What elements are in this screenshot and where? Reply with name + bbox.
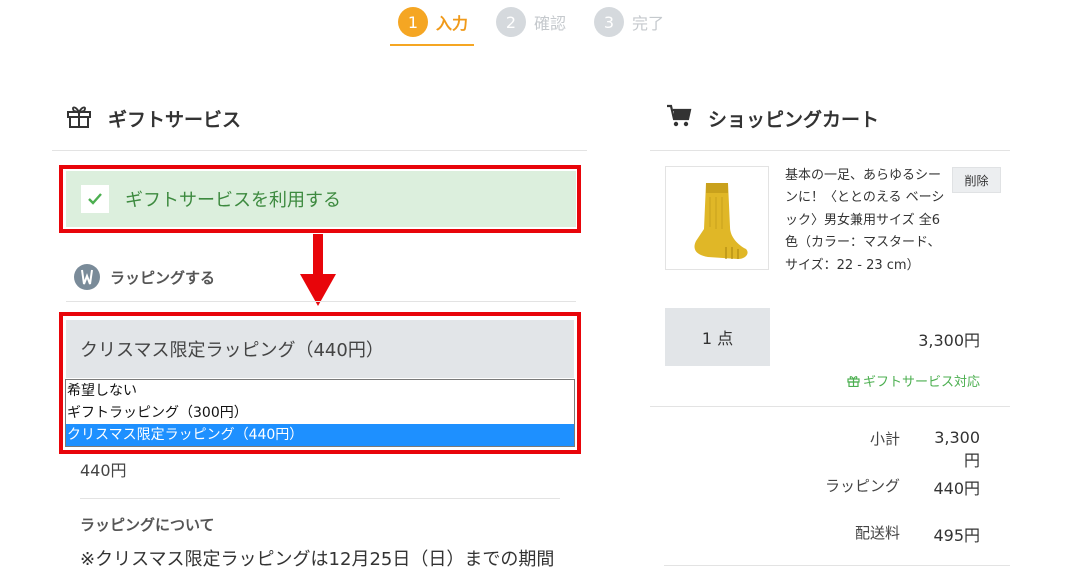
- delete-button[interactable]: 削除: [952, 167, 1001, 193]
- step-number: 1: [398, 7, 428, 37]
- divider: [650, 150, 1010, 151]
- divider: [66, 301, 576, 302]
- active-step-underline: [390, 44, 474, 46]
- arrow-down-icon: [300, 234, 336, 306]
- subtotal-row: 小計 3,300円: [870, 428, 980, 471]
- gift-service-header: ギフトサービス: [66, 104, 241, 132]
- divider: [80, 498, 560, 499]
- subtotal-value: 3,300円: [934, 428, 980, 470]
- gift-supported-label: ギフトサービス対応: [862, 375, 980, 390]
- gift-supported-badge: ギフトサービス対応: [847, 371, 980, 390]
- step-number: 3: [594, 7, 624, 37]
- highlight-frame: [59, 312, 581, 454]
- gift-icon: [66, 104, 92, 132]
- divider: [650, 406, 1010, 407]
- gift-icon: [847, 375, 860, 387]
- step-confirm: 2 確認: [496, 7, 566, 37]
- step-complete: 3 完了: [594, 7, 664, 37]
- highlight-frame: [59, 165, 581, 233]
- shopping-cart-title: ショッピングカート: [708, 108, 880, 131]
- checkout-stepper: 1 入力 2 確認 3 完了: [0, 0, 1080, 50]
- subtotal-label: 小計: [869, 430, 900, 448]
- step-input: 1 入力: [398, 7, 468, 37]
- product-name[interactable]: 基本の一足、あらゆるシーンに！〈ととのえる ベーシック〉男女兼用サイズ 全6色（…: [785, 165, 945, 277]
- step-label: 完了: [632, 14, 665, 33]
- wrapping-icon: [74, 264, 100, 290]
- step-label: 入力: [436, 14, 469, 33]
- product-image[interactable]: [665, 166, 769, 270]
- cart-icon: [666, 104, 692, 132]
- step-label: 確認: [534, 14, 567, 33]
- wrapping-fee-label: ラッピング: [824, 477, 900, 495]
- shipping-fee-label: 配送料: [854, 524, 900, 542]
- shipping-fee-value: 495円: [933, 526, 980, 545]
- wrapping-about-title: ラッピングについて: [80, 516, 215, 534]
- gift-service-title: ギフトサービス: [108, 108, 242, 131]
- step-number: 2: [496, 7, 526, 37]
- wrapping-title: ラッピングする: [110, 268, 216, 287]
- item-price: 3,300円: [918, 331, 980, 350]
- wrapping-about-text: ※クリスマス限定ラッピングは12月25日（日）までの期間: [80, 549, 555, 570]
- wrapping-fee-row: ラッピング 440円: [825, 475, 980, 499]
- divider: [52, 150, 587, 151]
- sock-image: [694, 183, 748, 259]
- wrapping-header: ラッピングする: [74, 264, 215, 290]
- shipping-fee-row: 配送料 495円: [855, 522, 980, 546]
- shopping-cart-header: ショッピングカート: [666, 104, 879, 132]
- wrapping-price: 440円: [80, 461, 127, 480]
- wrapping-fee-value: 440円: [933, 479, 980, 498]
- divider: [664, 565, 1010, 566]
- quantity-display[interactable]: 1 点: [665, 308, 770, 366]
